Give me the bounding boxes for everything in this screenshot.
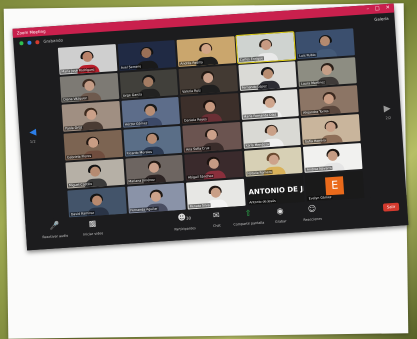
- participant-face: [208, 158, 220, 170]
- participant-tile[interactable]: Laura Martínez: [297, 56, 357, 88]
- participant-tile[interactable]: Karla Mendoza: [241, 118, 302, 149]
- minimize-icon[interactable]: –: [366, 5, 369, 14]
- recording-indicator[interactable]: Grabando: [43, 38, 63, 44]
- participant-face: [147, 133, 158, 145]
- participant-tile[interactable]: Natalia Romero: [243, 146, 304, 178]
- leave-meeting-button[interactable]: Salir: [382, 202, 400, 212]
- participant-face: [85, 109, 97, 120]
- reactions-button[interactable]: ☺ Reacciones: [293, 203, 332, 222]
- participant-tile[interactable]: Andrea Navarro: [303, 142, 363, 174]
- participant-face: [266, 125, 277, 137]
- participant-body: [80, 121, 104, 131]
- participant-tile[interactable]: María Fernanda Díaz: [240, 89, 300, 120]
- recording-dot-icon: [35, 40, 40, 45]
- participant-face: [91, 195, 103, 206]
- window-title: Zoom Meeting: [16, 28, 46, 36]
- participant-tile[interactable]: Abigail Sánchez: [184, 150, 244, 181]
- participant-tile[interactable]: Sofía Herrera: [301, 114, 361, 145]
- participant-face: [143, 76, 154, 88]
- participant-face: [141, 48, 153, 59]
- participant-face: [89, 166, 101, 178]
- participant-face: [260, 40, 272, 51]
- participant-face: [210, 187, 222, 198]
- gallery-view-button[interactable]: Galería: [374, 16, 389, 22]
- participant-face: [83, 80, 95, 92]
- participant-tile[interactable]: Daniela Reyes: [180, 93, 240, 124]
- participant-face: [323, 93, 335, 105]
- participant-tile[interactable]: Héctor Gómez: [121, 97, 181, 128]
- participant-tile[interactable]: Luis Rubio: [295, 28, 355, 59]
- participant-face: [327, 150, 339, 162]
- participant-tile[interactable]: Gabriela Flores: [63, 129, 123, 161]
- participant-tile[interactable]: Axel Serrano: [117, 40, 177, 71]
- microphone-icon: 🎤: [49, 221, 60, 231]
- participant-tile[interactable]: Fernanda Aguilar: [126, 183, 187, 214]
- participant-tile[interactable]: Jorge García: [119, 68, 179, 100]
- participant-display-name: ANTONIO DE JE...: [248, 183, 305, 197]
- participant-face: [319, 36, 331, 47]
- close-icon[interactable]: ✕: [385, 4, 390, 13]
- participant-name: Mariana Jiménez: [127, 178, 156, 184]
- participant-tile[interactable]: Andrés Padilla: [176, 36, 236, 67]
- participant-face: [262, 68, 273, 80]
- participant-face: [81, 52, 93, 63]
- participant-tile[interactable]: Diana Vázquez: [59, 72, 119, 104]
- participant-tile[interactable]: Ana Sofía Cruz: [182, 121, 242, 153]
- participant-tile[interactable]: Fernando López: [238, 60, 298, 92]
- participant-name: Luis Rubio: [298, 52, 317, 58]
- next-page-arrow-icon[interactable]: ▶: [383, 104, 391, 114]
- previous-page-arrow-icon[interactable]: ◀: [29, 127, 37, 137]
- participant-face: [206, 129, 218, 141]
- participant-tile[interactable]: Carlos Enrique: [235, 31, 297, 64]
- participant-tile[interactable]: Mariana Jiménez: [124, 154, 185, 185]
- participant-video-grid: María José Rodríguez Axel Serrano Andrés P…: [57, 28, 365, 218]
- participant-face: [267, 154, 279, 166]
- printed-photo-sheet: Zoom Meeting – □ ✕ Grabando Galería ◀ 1/…: [3, 3, 409, 339]
- participant-face: [149, 162, 160, 174]
- page-indicator-left: 1/2: [29, 139, 36, 144]
- zoom-window: Zoom Meeting – □ ✕ Grabando Galería ◀ 1/…: [12, 3, 409, 251]
- participant-tile[interactable]: David Ramírez: [67, 187, 127, 218]
- maximize-icon[interactable]: □: [375, 4, 380, 13]
- meeting-info-icon[interactable]: [27, 40, 32, 45]
- participant-face: [325, 122, 337, 133]
- participant-tile[interactable]: Ricardo Morales: [122, 125, 183, 157]
- unmute-button[interactable]: 🎤 Reactivar audio: [35, 220, 74, 239]
- reactions-icon: ☺: [307, 204, 317, 214]
- participant-face: [200, 44, 212, 55]
- participant-tile[interactable]: Paola Ortiz: [61, 101, 121, 132]
- participant-face: [321, 64, 333, 76]
- video-camera-icon: ▩: [88, 218, 97, 229]
- participant-tile[interactable]: Alejandra Torres: [299, 85, 359, 116]
- participant-face: [204, 101, 216, 112]
- participant-tile[interactable]: María José Rodríguez: [57, 44, 118, 75]
- security-shield-icon[interactable]: [19, 41, 24, 46]
- participant-face: [202, 72, 214, 84]
- participant-tile[interactable]: Miguel Castillo: [65, 158, 125, 189]
- participant-tile[interactable]: Renata Silva: [186, 179, 246, 210]
- participant-tile[interactable]: Valeria Ruiz: [178, 64, 238, 96]
- participant-tile-camera-off[interactable]: E Evelyn Gómez: [305, 171, 365, 202]
- page-indicator-right: 2/2: [385, 115, 392, 121]
- participant-face: [87, 137, 99, 149]
- participant-avatar: E: [325, 176, 345, 196]
- start-video-button[interactable]: ▩ Iniciar video: [73, 218, 112, 237]
- participant-body: [314, 48, 338, 58]
- participant-face: [264, 97, 275, 109]
- participant-tile-camera-off[interactable]: ANTONIO DE JE... Antonio de Jesús: [245, 175, 305, 206]
